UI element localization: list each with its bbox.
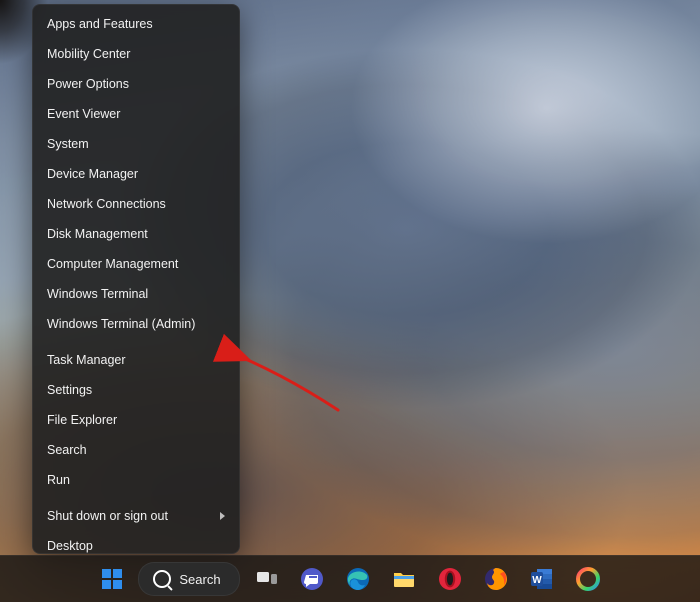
menu-item-label: Windows Terminal [47,279,148,309]
menu-item-label: System [47,129,89,159]
menu-item-device-manager[interactable]: Device Manager [33,159,239,189]
winx-group-2: Task Manager Settings File Explorer Sear… [33,345,239,495]
menu-item-label: Shut down or sign out [47,501,168,531]
chat-icon [300,567,324,591]
menu-item-label: Disk Management [47,219,148,249]
menu-item-file-explorer[interactable]: File Explorer [33,405,239,435]
menu-item-label: File Explorer [47,405,117,435]
menu-item-label: Task Manager [47,345,126,375]
menu-item-network-connections[interactable]: Network Connections [33,189,239,219]
generic-circle-icon [576,567,600,591]
menu-item-windows-terminal-admin[interactable]: Windows Terminal (Admin) [33,309,239,339]
menu-item-label: Settings [47,375,92,405]
menu-item-shut-down-or-sign-out[interactable]: Shut down or sign out [33,501,239,531]
menu-item-run[interactable]: Run [33,465,239,495]
opera-icon [438,567,462,591]
start-button[interactable] [92,559,132,599]
search-label: Search [179,572,220,587]
menu-item-label: Run [47,465,70,495]
menu-item-apps-and-features[interactable]: Apps and Features [33,9,239,39]
menu-item-label: Network Connections [47,189,166,219]
firefox-browser[interactable] [476,559,516,599]
menu-item-disk-management[interactable]: Disk Management [33,219,239,249]
search-pill[interactable]: Search [138,562,239,596]
menu-item-windows-terminal[interactable]: Windows Terminal [33,279,239,309]
taskbar: Search [0,555,700,602]
menu-item-label: Windows Terminal (Admin) [47,309,195,339]
menu-item-event-viewer[interactable]: Event Viewer [33,99,239,129]
winx-group-1: Apps and Features Mobility Center Power … [33,9,239,339]
opera-browser[interactable] [430,559,470,599]
word-icon: W [530,567,554,591]
menu-item-desktop[interactable]: Desktop [33,531,239,554]
menu-item-label: Computer Management [47,249,178,279]
menu-item-label: Apps and Features [47,9,153,39]
chat-button[interactable] [292,559,332,599]
task-view-button[interactable] [246,559,286,599]
file-explorer[interactable] [384,559,424,599]
menu-item-computer-management[interactable]: Computer Management [33,249,239,279]
winx-group-3: Shut down or sign out Desktop [33,501,239,554]
edge-browser[interactable] [338,559,378,599]
task-view-icon [254,567,278,591]
menu-item-label: Mobility Center [47,39,130,69]
menu-item-label: Power Options [47,69,129,99]
firefox-icon [484,567,508,591]
folder-icon [392,567,416,591]
menu-item-power-options[interactable]: Power Options [33,69,239,99]
menu-item-mobility-center[interactable]: Mobility Center [33,39,239,69]
word-app[interactable]: W [522,559,562,599]
search-icon [153,570,171,588]
menu-item-label: Desktop [47,531,93,554]
menu-item-system[interactable]: System [33,129,239,159]
menu-item-label: Device Manager [47,159,138,189]
app-icon[interactable] [568,559,608,599]
menu-item-label: Search [47,435,87,465]
menu-item-settings[interactable]: Settings [33,375,239,405]
menu-item-task-manager[interactable]: Task Manager [33,345,239,375]
chevron-right-icon [220,512,225,520]
menu-item-label: Event Viewer [47,99,120,129]
menu-item-search[interactable]: Search [33,435,239,465]
winx-context-menu: Apps and Features Mobility Center Power … [32,4,240,554]
edge-icon [346,567,370,591]
windows-logo-icon [100,567,124,591]
svg-text:W: W [532,575,542,586]
